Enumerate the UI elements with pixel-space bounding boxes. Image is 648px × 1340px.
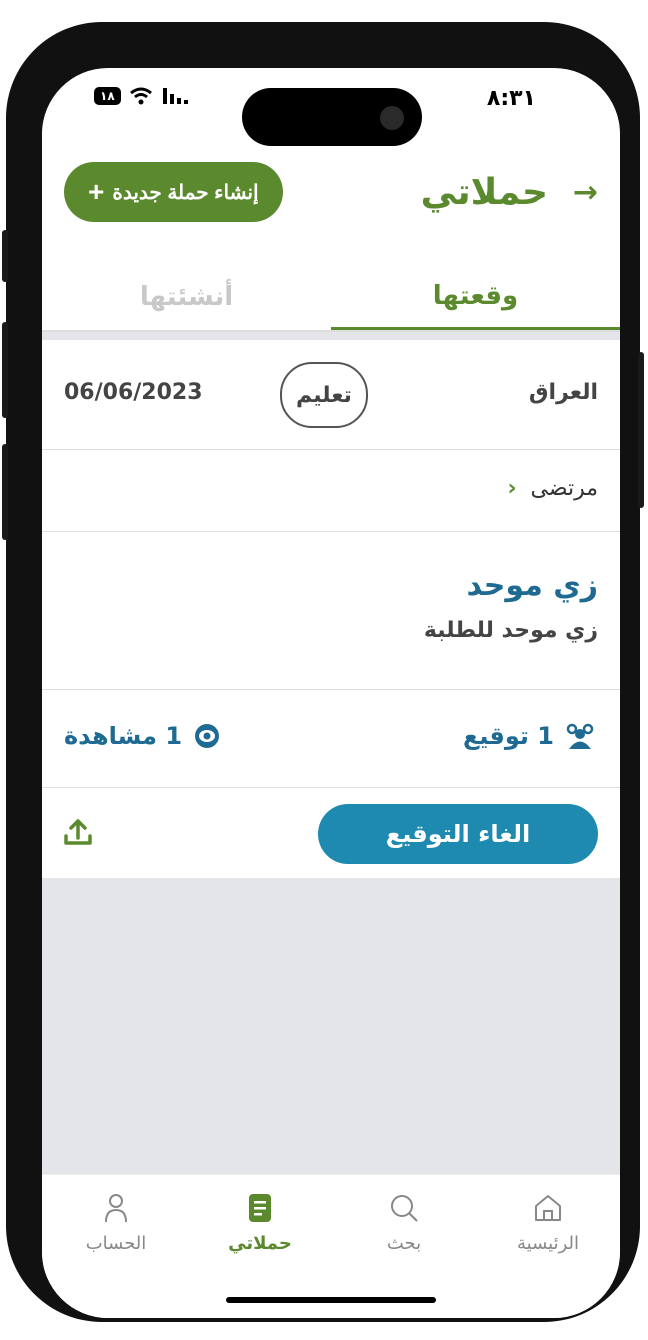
- page-title: حملاتي: [420, 172, 548, 213]
- account-icon: [105, 1194, 127, 1223]
- phone-frame: ١٨ ٨:٣١ → حملاتي إنشاء حملة جديدة + وقعت…: [2, 22, 644, 1322]
- cancel-signature-button[interactable]: الغاء التوقيع: [318, 804, 598, 864]
- campaigns-icon: [249, 1194, 271, 1222]
- stats-row: 1 توقيع 1 مشاهدة: [42, 690, 620, 788]
- plus-icon: +: [88, 176, 105, 207]
- content-area: العراق تعليم 06/06/2023 مرتضى ‹ زي موحد …: [42, 332, 620, 1174]
- nav-home-label: الرئيسية: [517, 1233, 579, 1254]
- tabs: وقعتها أنشئتها: [42, 264, 620, 332]
- dynamic-island: [242, 88, 422, 146]
- signal-icon: [162, 88, 188, 104]
- nav-account-label: الحساب: [85, 1233, 147, 1254]
- status-icons: ١٨: [94, 86, 191, 106]
- bottom-navigation: الرئيسية بحث حملاتي الحساب: [42, 1174, 620, 1318]
- home-icon: [535, 1195, 561, 1221]
- card-meta-row: العراق تعليم 06/06/2023: [42, 340, 620, 450]
- author-name: مرتضى: [530, 476, 598, 501]
- campaign-date: 06/06/2023: [64, 380, 203, 405]
- mute-switch: [2, 230, 8, 282]
- home-indicator: [226, 1297, 436, 1303]
- author-row[interactable]: مرتضى ‹: [42, 450, 620, 532]
- actions-row: الغاء التوقيع: [42, 788, 620, 878]
- search-icon: [391, 1195, 418, 1222]
- new-campaign-label: إنشاء حملة جديدة: [112, 181, 259, 204]
- share-icon[interactable]: [62, 816, 94, 848]
- camera-icon: [380, 106, 404, 130]
- status-time: ٨:٣١: [486, 86, 536, 111]
- nav-campaigns[interactable]: حملاتي: [188, 1191, 332, 1254]
- nav-home[interactable]: الرئيسية: [476, 1191, 620, 1254]
- signature-text: 1 توقيع: [462, 722, 554, 750]
- category-badge: تعليم: [280, 362, 368, 428]
- view-text: 1 مشاهدة: [64, 722, 183, 750]
- campaign-title: زي موحد: [466, 568, 598, 603]
- chevron-icon: ‹: [507, 476, 517, 501]
- volume-up-button: [2, 322, 8, 418]
- campaign-description: زي موحد للطلبة: [423, 618, 598, 643]
- people-icon: [566, 723, 594, 749]
- campaign-card[interactable]: العراق تعليم 06/06/2023 مرتضى ‹ زي موحد …: [42, 340, 620, 878]
- back-arrow-icon[interactable]: →: [573, 178, 598, 208]
- nav-search-label: بحث: [386, 1233, 422, 1254]
- power-button: [638, 352, 644, 508]
- view-count: 1 مشاهدة: [64, 722, 224, 750]
- tab-created[interactable]: أنشئتها: [42, 264, 331, 330]
- new-campaign-button[interactable]: إنشاء حملة جديدة +: [64, 162, 283, 222]
- signature-count: 1 توقيع: [463, 722, 598, 750]
- wifi-icon: [129, 87, 152, 105]
- screen: ١٨ ٨:٣١ → حملاتي إنشاء حملة جديدة + وقعت…: [42, 68, 620, 1318]
- nav-campaigns-label: حملاتي: [228, 1233, 292, 1254]
- campaign-country: العراق: [528, 380, 598, 405]
- header: → حملاتي إنشاء حملة جديدة +: [42, 162, 620, 232]
- nav-search[interactable]: بحث: [332, 1191, 476, 1254]
- tab-signed[interactable]: وقعتها: [331, 264, 620, 330]
- campaign-author[interactable]: مرتضى ‹: [507, 476, 598, 501]
- eye-icon: [195, 724, 220, 748]
- campaign-body[interactable]: زي موحد زي موحد للطلبة: [42, 532, 620, 690]
- status-bar: ١٨ ٨:٣١: [42, 68, 620, 148]
- nav-account[interactable]: الحساب: [44, 1191, 188, 1254]
- volume-down-button: [2, 444, 8, 540]
- battery-icon: ١٨: [94, 87, 121, 105]
